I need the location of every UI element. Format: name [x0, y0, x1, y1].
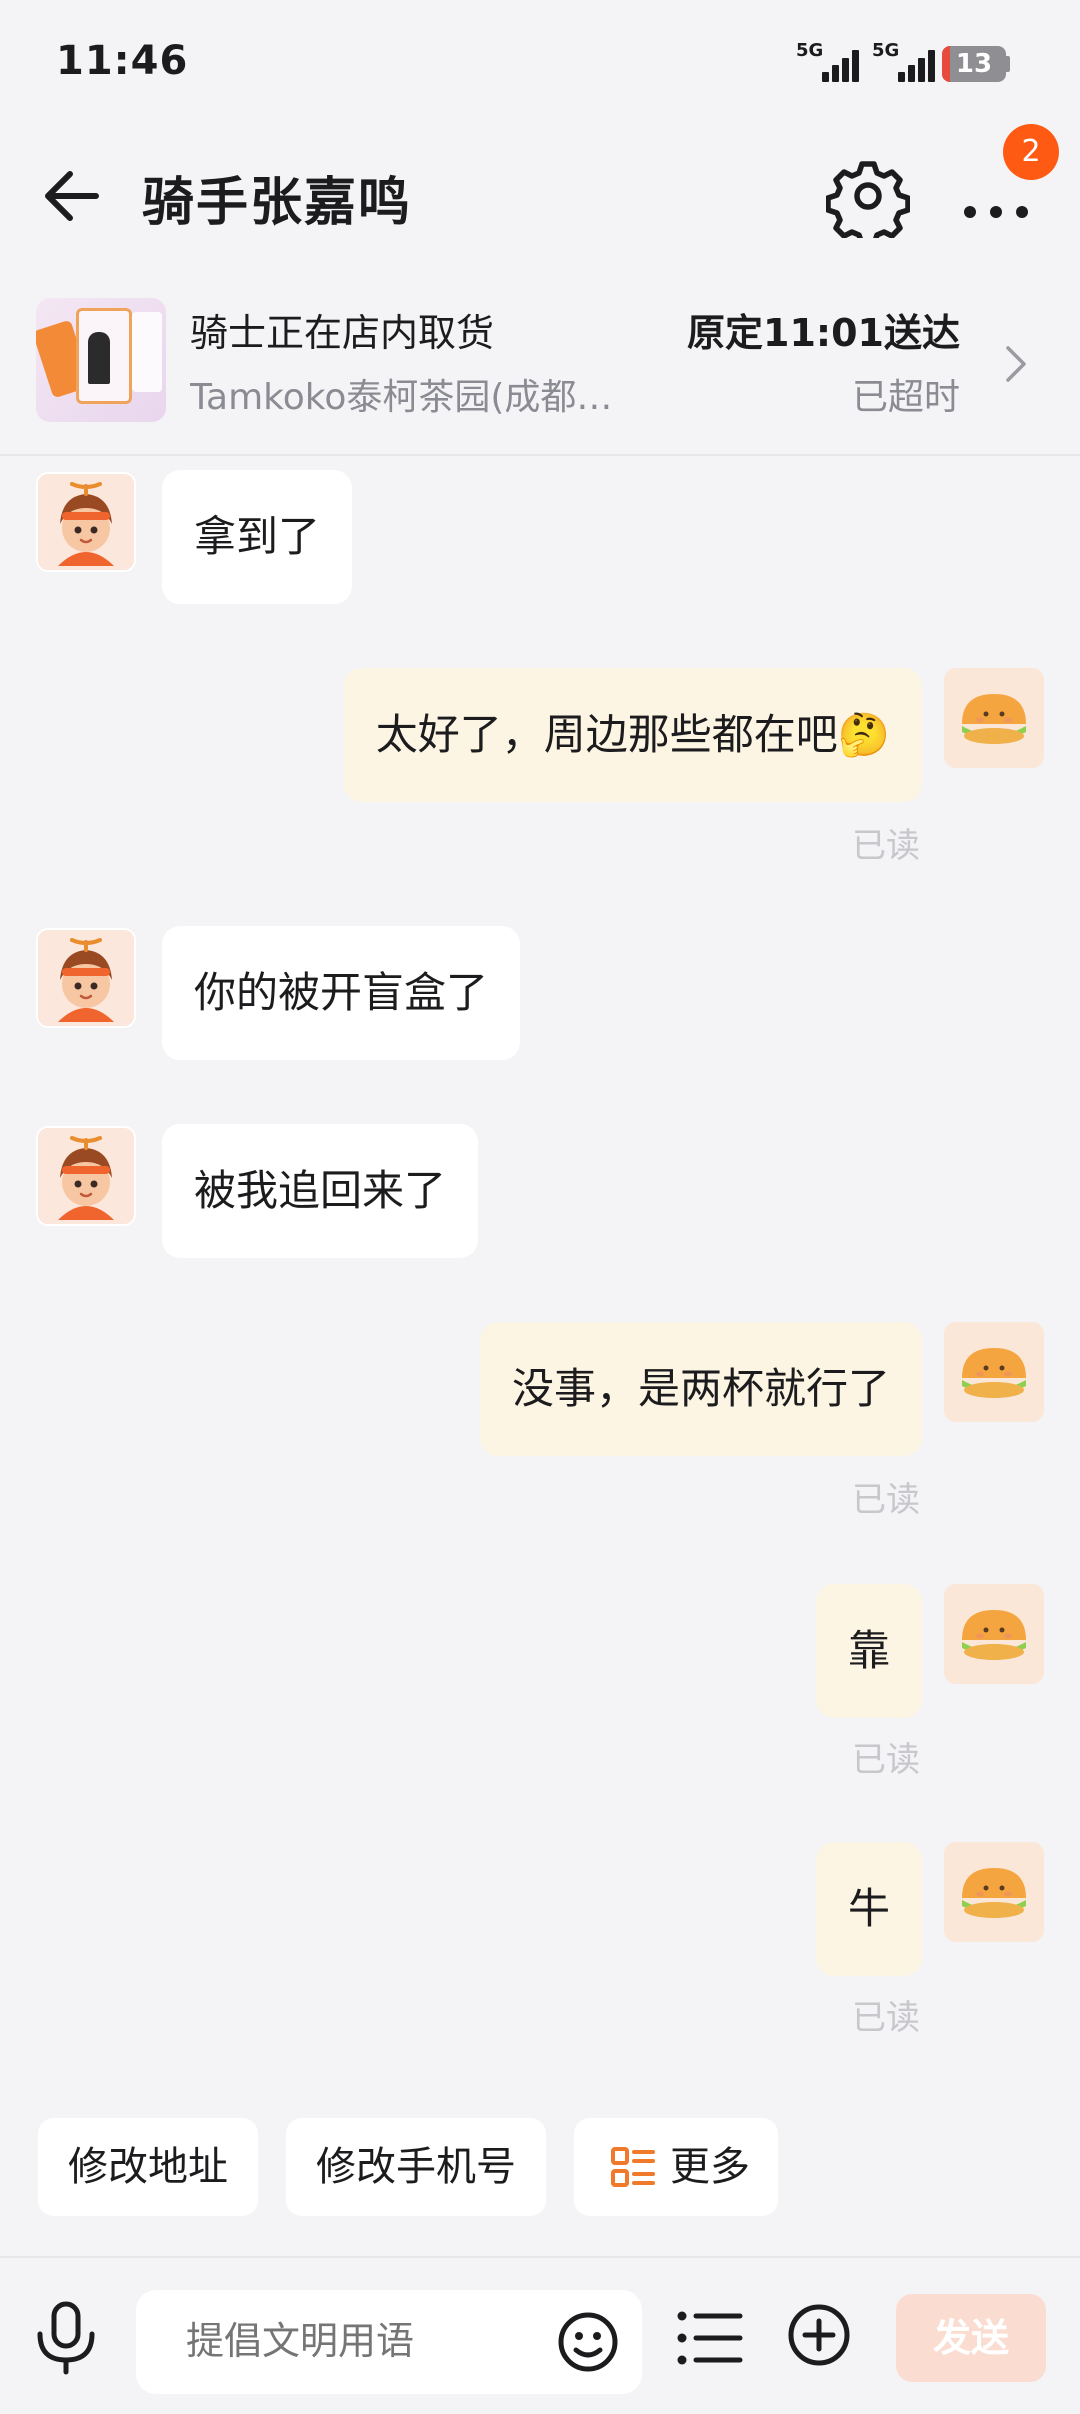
change-address-button[interactable]: 修改地址	[38, 2118, 258, 2216]
rider-avatar[interactable]	[36, 1126, 136, 1226]
status-bar: 11:46 5G 5G 13	[0, 0, 1080, 130]
rider-avatar[interactable]	[36, 928, 136, 1028]
plus-circle-icon	[788, 2304, 850, 2366]
status-time: 11:46	[56, 38, 189, 84]
outgoing-message-bubble[interactable]: 太好了，周边那些都在吧🤔	[343, 668, 922, 802]
rider-avatar[interactable]	[36, 472, 136, 572]
battery-level: 13	[955, 49, 993, 79]
outgoing-message-bubble[interactable]: 牛	[815, 1842, 922, 1976]
back-arrow-icon	[45, 171, 99, 221]
chevron-right-icon	[1006, 346, 1026, 382]
input-bar: 发送	[0, 2256, 1080, 2414]
quick-more-label: 更多	[670, 2144, 750, 2190]
chat-header: 骑手张嘉鸣	[0, 130, 1080, 260]
list-icon	[677, 2311, 743, 2365]
message-input-box[interactable]	[136, 2290, 642, 2394]
gear-icon	[825, 161, 911, 247]
send-button[interactable]: 发送	[896, 2294, 1046, 2382]
incoming-message-bubble[interactable]: 被我追回来了	[162, 1124, 479, 1258]
emoji-icon	[558, 2312, 618, 2372]
my-avatar[interactable]	[944, 1322, 1044, 1422]
settings-button[interactable]	[825, 154, 911, 247]
emoji-button[interactable]	[556, 2310, 620, 2374]
my-avatar[interactable]	[944, 668, 1044, 768]
common-phrases-button[interactable]	[676, 2308, 746, 2368]
back-button[interactable]	[36, 158, 112, 234]
burger-avatar-icon	[944, 1584, 1044, 1684]
change-phone-button[interactable]: 修改手机号	[286, 2118, 546, 2216]
order-status-card[interactable]: 骑士正在店内取货 Tamkoko泰柯茶园(成都双... 原定11:01送达 已超…	[0, 276, 1080, 456]
my-avatar[interactable]	[944, 1842, 1044, 1942]
add-attachment-button[interactable]	[786, 2302, 852, 2368]
voice-input-button[interactable]	[30, 2298, 102, 2378]
read-status: 已读	[852, 1998, 920, 2038]
chat-screen: 11:46 5G 5G 13 骑手张嘉鸣 2 骑士正在店内取货 Tamkoko泰…	[0, 0, 1080, 2414]
burger-avatar-icon	[944, 1322, 1044, 1422]
notification-badge: 2	[1003, 124, 1059, 180]
rider-avatar-icon	[38, 474, 134, 570]
shop-product-thumbnail	[36, 298, 166, 422]
quick-more-button[interactable]: 更多	[574, 2118, 778, 2216]
outgoing-message-bubble[interactable]: 靠	[815, 1584, 922, 1718]
order-overdue-label: 已超时	[851, 377, 960, 418]
incoming-message-bubble[interactable]: 拿到了	[162, 470, 353, 604]
rider-avatar-icon	[38, 930, 134, 1026]
microphone-icon	[37, 2301, 95, 2375]
incoming-message-bubble[interactable]: 你的被开盲盒了	[162, 926, 521, 1060]
read-status: 已读	[852, 1480, 920, 1520]
read-status: 已读	[852, 1740, 920, 1780]
rider-avatar-icon	[38, 1128, 134, 1224]
message-input[interactable]	[186, 2290, 526, 2394]
read-status: 已读	[852, 826, 920, 866]
order-eta: 原定11:01送达	[687, 311, 960, 355]
outgoing-message-bubble[interactable]: 没事，是两杯就行了	[479, 1322, 922, 1456]
burger-avatar-icon	[944, 1842, 1044, 1942]
burger-avatar-icon	[944, 668, 1044, 768]
order-status-text: 骑士正在店内取货	[190, 311, 495, 355]
list-menu-icon	[611, 2147, 655, 2187]
my-avatar[interactable]	[944, 1584, 1044, 1684]
battery-icon: 13	[942, 46, 1006, 82]
order-shop-name: Tamkoko泰柯茶园(成都双...	[190, 377, 640, 418]
page-title: 骑手张嘉鸣	[142, 173, 413, 233]
